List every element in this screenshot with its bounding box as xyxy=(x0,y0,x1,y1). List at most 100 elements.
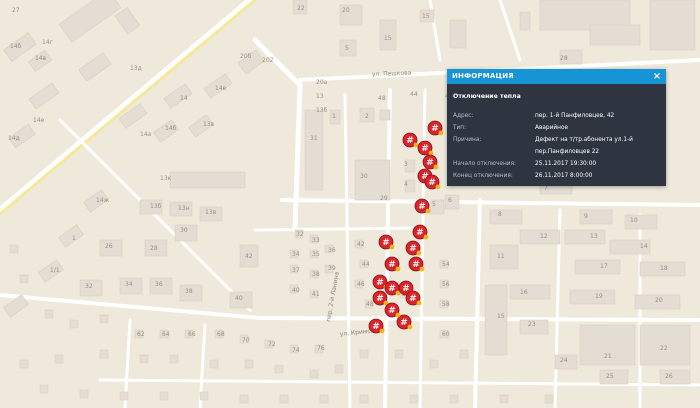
building-number-label: 10 xyxy=(630,217,638,224)
building-number-label: 46 xyxy=(357,281,365,288)
hashtag-icon: # xyxy=(388,284,396,294)
building-number-label: 34 xyxy=(292,251,300,258)
building-number-label: 32 xyxy=(85,283,93,290)
building-number-label: 12 xyxy=(540,233,548,240)
building-number-label: 38 xyxy=(312,271,320,278)
marker-badge xyxy=(413,142,419,148)
building-number-label: 35 xyxy=(312,251,320,258)
hashtag-icon: # xyxy=(431,124,439,134)
building-number-label: 62 xyxy=(137,331,145,338)
building-number-label: 202 xyxy=(262,57,274,64)
info-row-type: Тип: Аварийное xyxy=(447,122,666,134)
building-number-label: 5 xyxy=(345,45,349,52)
building-number-label: 14ж xyxy=(96,197,110,204)
info-label: Тип: xyxy=(453,125,467,131)
info-row-reason-cont: пер.Панфиловцев 22 xyxy=(447,146,666,158)
hashtag-icon: # xyxy=(416,228,424,238)
building-number-label: 42 xyxy=(357,241,365,248)
building-number-label: 40 xyxy=(292,287,300,294)
marker-badge xyxy=(419,266,425,272)
building-number-label: 36 xyxy=(328,247,336,254)
marker-badge xyxy=(416,250,422,256)
building-number-label: 33 xyxy=(312,237,320,244)
building-number-label: 13б xyxy=(316,107,328,114)
building-number-label: 15 xyxy=(422,13,430,20)
building-number-label: 38 xyxy=(185,288,193,295)
outage-type-title: Отключение тепла xyxy=(453,93,521,100)
marker-badge xyxy=(423,234,429,240)
building-number-label: 56 xyxy=(442,281,450,288)
building-number-label: 13н xyxy=(178,205,190,212)
building-number-label: 34 xyxy=(125,281,133,288)
building-number-label: 5 xyxy=(432,201,436,208)
building-number-label: 13 xyxy=(590,233,598,240)
marker-badge xyxy=(395,312,401,318)
building-number-label: 39 xyxy=(328,265,336,272)
building-number-label: 42 xyxy=(245,253,253,260)
info-rows: Адрес: пер. 1-й Панфиловцев, 42 Тип: Ава… xyxy=(447,110,666,182)
building-number-label: 22 xyxy=(297,5,305,12)
building-number-label: 18 xyxy=(660,265,668,272)
hashtag-icon: # xyxy=(412,260,420,270)
building-number-label: 28 xyxy=(560,55,568,62)
building-number-label: 36 xyxy=(155,281,163,288)
info-row-end: Конец отключения: 26.11.2017 8:00:00 xyxy=(447,170,666,182)
info-popup-title: ИНФОРМАЦИЯ xyxy=(452,72,514,80)
building-number-label: 13б xyxy=(150,203,162,210)
building-number-label: 30 xyxy=(180,227,188,234)
building-number-label: 13в xyxy=(203,121,215,128)
building-number-label: 64 xyxy=(162,331,170,338)
building-number-label: 1 xyxy=(332,113,336,120)
building-number-label: 14 xyxy=(180,95,188,102)
building-number-label: 23 xyxy=(528,321,536,328)
street-label: ул. Пешкова xyxy=(372,70,412,78)
building-number-label: 9 xyxy=(584,213,588,220)
building-number-label: 41 xyxy=(312,291,320,298)
building-number-label: 30 xyxy=(360,173,368,180)
building-number-label: 13к xyxy=(160,175,172,182)
building-number-label: 15 xyxy=(497,313,505,320)
building-number-label: 7 xyxy=(544,185,548,192)
building-number-label: 14г xyxy=(42,39,53,46)
building-number-label: 14д xyxy=(8,135,20,142)
marker-badge xyxy=(433,164,439,170)
building-number-label: 6 xyxy=(448,197,452,204)
building-number-label: 48 xyxy=(366,301,374,308)
building-number-label: 14е xyxy=(33,117,45,124)
building-number-label: 44 xyxy=(410,91,418,98)
building-number-label: 14б xyxy=(165,125,177,132)
building-number-label: 14 xyxy=(640,243,648,250)
info-value: пер.Панфиловцев 22 xyxy=(535,149,600,155)
building-number-label: 58 xyxy=(442,301,450,308)
building-number-label: 15 xyxy=(384,35,392,42)
hashtag-icon: # xyxy=(426,158,434,168)
info-value: Дефект на т/тр.абонента ул.1-й xyxy=(535,137,633,143)
building-number-label: 29 xyxy=(380,195,388,202)
info-label: Причина: xyxy=(453,137,482,143)
marker-badge xyxy=(425,208,431,214)
info-value: Аварийное xyxy=(535,125,569,131)
building-number-label: 20а xyxy=(316,79,328,86)
info-row-reason: Причина: Дефект на т/тр.абонента ул.1-й xyxy=(447,134,666,146)
building-number-label: 48 xyxy=(378,95,386,102)
building-number-label: 14в xyxy=(35,55,47,62)
hashtag-icon: # xyxy=(418,202,426,212)
info-label: Конец отключения: xyxy=(453,173,513,179)
close-icon[interactable]: × xyxy=(652,69,662,84)
hashtag-icon: # xyxy=(428,178,436,188)
building-number-label: 13 xyxy=(316,93,324,100)
building-number-label: 14е xyxy=(215,85,227,92)
marker-badge xyxy=(395,266,401,272)
hashtag-icon: # xyxy=(376,278,384,288)
hashtag-icon: # xyxy=(421,144,429,154)
marker-badge xyxy=(379,328,385,334)
city-map[interactable]: ул. Пешкова ул. Кримского пер. 2-й Ланин… xyxy=(0,0,700,408)
building-number-label: 25 xyxy=(606,373,614,380)
building-number-label: 66 xyxy=(188,331,196,338)
building-number-label: 19 xyxy=(595,293,603,300)
marker-badge xyxy=(407,324,413,330)
building-number-label: 2 xyxy=(365,113,369,120)
building-number-label: 76 xyxy=(317,345,325,352)
building-number-label: 60 xyxy=(442,331,450,338)
hashtag-icon: # xyxy=(409,294,417,304)
